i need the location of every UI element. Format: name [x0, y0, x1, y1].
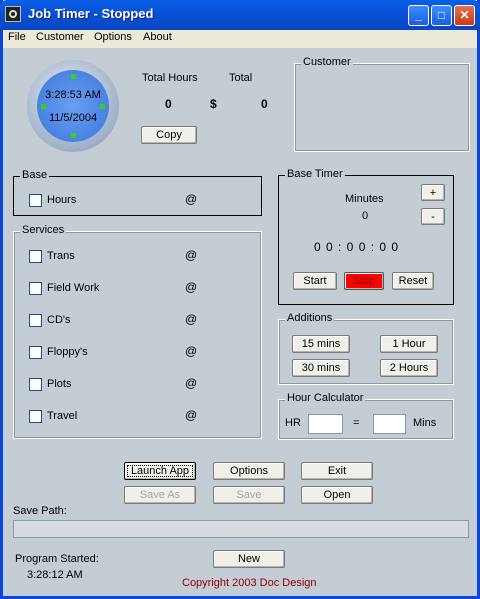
clock-tick	[71, 74, 76, 79]
window-title: Job Timer - Stopped	[28, 6, 154, 21]
base-group-label: Base	[20, 169, 50, 181]
title-bar[interactable]: Job Timer - Stopped _ □ ✕	[0, 0, 480, 30]
program-started-label: Program Started:	[15, 553, 99, 565]
clock-tick	[71, 133, 76, 138]
minutes-label: Minutes	[345, 193, 384, 205]
add-2-hours-button[interactable]: 2 Hours	[380, 359, 438, 377]
exit-button[interactable]: Exit	[301, 462, 373, 480]
hr-label: HR	[285, 417, 301, 429]
add-1-hour-button[interactable]: 1 Hour	[380, 335, 438, 353]
service-checkbox[interactable]	[29, 282, 42, 295]
app-icon[interactable]	[5, 6, 21, 22]
service-checkbox[interactable]	[29, 410, 42, 423]
customer-group: Customer	[294, 56, 470, 152]
timer-display: 0 0 : 0 0 : 0 0	[314, 240, 400, 254]
launch-app-button[interactable]: Launch App	[124, 462, 196, 480]
add-15-mins-button[interactable]: 15 mins	[292, 335, 350, 353]
menu-file[interactable]: File	[8, 31, 26, 43]
minutes-decrease-button[interactable]: -	[421, 208, 445, 225]
service-checkbox[interactable]	[29, 346, 42, 359]
service-label-plots: Plots	[47, 378, 72, 390]
currency-symbol: $	[210, 97, 217, 111]
clock-face	[37, 70, 109, 142]
service-label-trans: Trans	[47, 250, 75, 262]
services-group: Services	[13, 224, 262, 439]
service-checkbox[interactable]	[29, 250, 42, 263]
close-button[interactable]: ✕	[454, 5, 475, 26]
reset-button[interactable]: Reset	[392, 272, 434, 290]
hours-label: Hours	[47, 194, 77, 206]
service-rate-at: @	[185, 248, 198, 262]
service-checkbox[interactable]	[29, 314, 42, 327]
menu-bar: File Customer Options About	[3, 30, 477, 48]
service-label-travel: Travel	[47, 410, 78, 422]
program-started-time: 3:28:12 AM	[27, 569, 83, 581]
add-30-mins-button[interactable]: 30 mins	[292, 359, 350, 377]
service-rate-at: @	[185, 408, 198, 422]
total-label: Total	[229, 72, 253, 84]
hours-input[interactable]	[308, 414, 343, 434]
copyright-text: Copyright 2003 Doc Design	[182, 577, 317, 589]
copy-button[interactable]: Copy	[141, 126, 197, 144]
clock-tick	[41, 104, 46, 109]
main-window: Job Timer - Stopped _ □ ✕ File Customer …	[0, 0, 480, 599]
stop-button[interactable]: Stop	[344, 272, 384, 290]
minutes-value: 0	[362, 210, 369, 222]
service-rate-at: @	[185, 376, 198, 390]
total-value: 0	[261, 97, 268, 111]
clock-date: 11/5/2004	[48, 112, 98, 124]
base-timer-label: Base Timer	[285, 168, 345, 180]
clock-tick	[100, 104, 105, 109]
menu-options[interactable]: Options	[94, 31, 132, 43]
start-button[interactable]: Start	[293, 272, 337, 290]
services-group-label: Services	[20, 224, 67, 236]
total-hours-value: 0	[165, 97, 172, 111]
service-rate-at: @	[185, 280, 198, 294]
save-as-button[interactable]: Save As	[124, 486, 196, 504]
hour-calculator-label: Hour Calculator	[285, 392, 366, 404]
new-button[interactable]: New	[213, 550, 285, 568]
service-label-cds: CD's	[47, 314, 71, 326]
clock-time: 3:28:53 AM	[45, 89, 101, 101]
save-button[interactable]: Save	[213, 486, 285, 504]
minimize-button[interactable]: _	[408, 5, 429, 26]
hours-rate-at: @	[185, 192, 198, 206]
minutes-increase-button[interactable]: +	[421, 184, 445, 201]
save-path-field[interactable]	[13, 520, 469, 538]
clock-widget: 3:28:53 AM 11/5/2004	[27, 60, 119, 152]
service-rate-at: @	[185, 312, 198, 326]
service-label-floppys: Floppy's	[47, 346, 88, 358]
service-checkbox[interactable]	[29, 378, 42, 391]
menu-about[interactable]: About	[143, 31, 172, 43]
open-button[interactable]: Open	[301, 486, 373, 504]
total-hours-label: Total Hours	[142, 72, 198, 84]
mins-label: Mins	[413, 417, 437, 429]
options-button[interactable]: Options	[213, 462, 285, 480]
customer-group-label: Customer	[301, 56, 353, 68]
hours-checkbox[interactable]	[29, 194, 42, 207]
minutes-input[interactable]	[373, 414, 406, 434]
menu-customer[interactable]: Customer	[36, 31, 84, 43]
save-path-label: Save Path:	[13, 505, 67, 517]
service-label-field-work: Field Work	[47, 282, 100, 294]
service-rate-at: @	[185, 344, 198, 358]
maximize-button[interactable]: □	[431, 5, 452, 26]
equals-label: =	[353, 417, 360, 429]
additions-label: Additions	[285, 312, 335, 324]
